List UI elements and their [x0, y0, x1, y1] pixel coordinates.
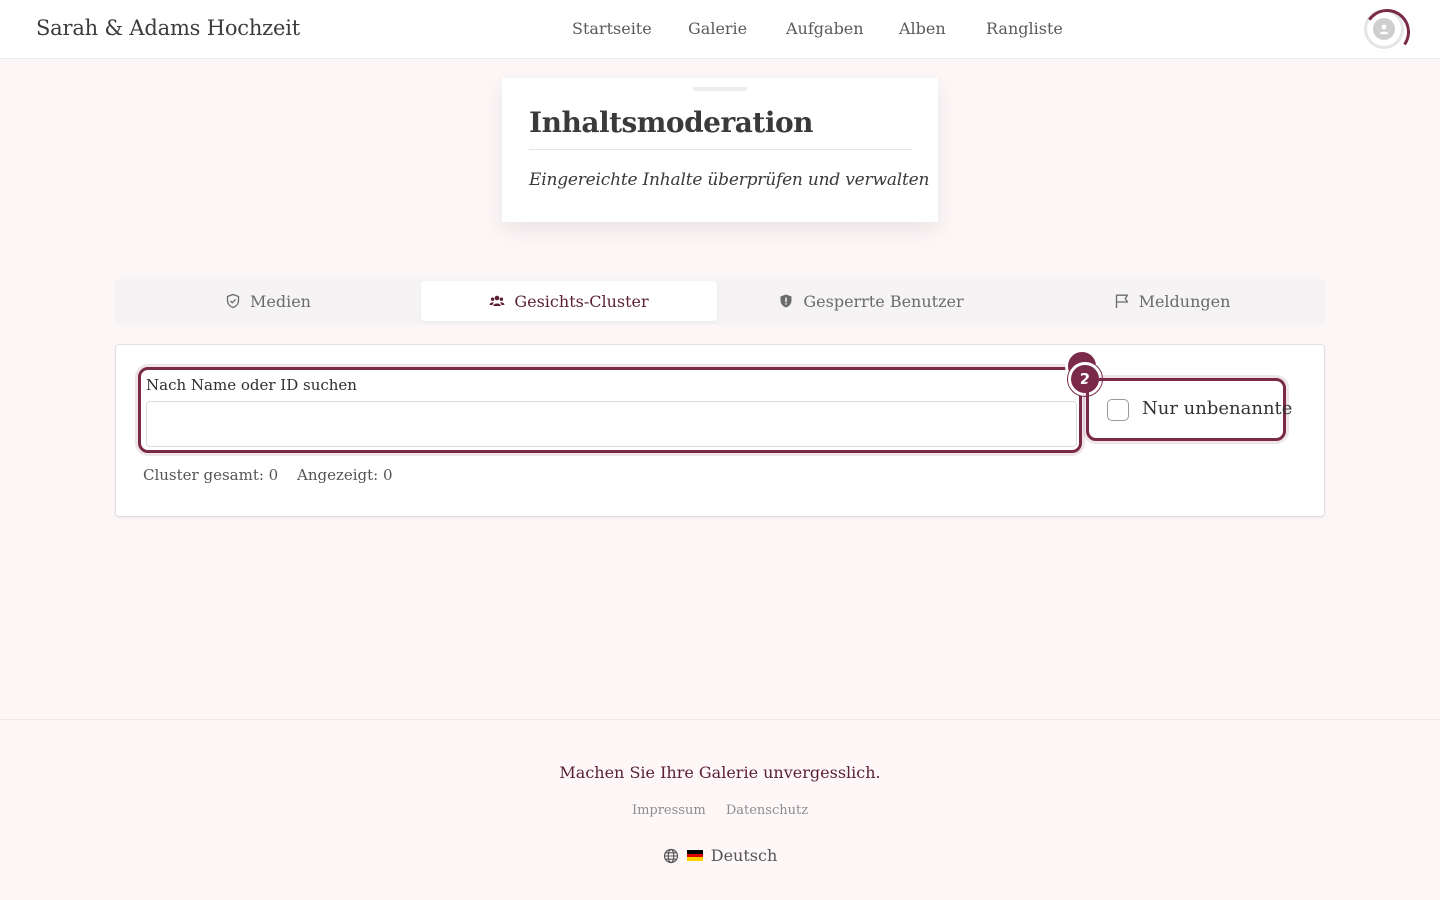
nav-item-aufgaben[interactable]: Aufgaben	[786, 19, 864, 38]
nav-item-rangliste[interactable]: Rangliste	[986, 19, 1063, 38]
users-icon	[489, 295, 505, 306]
nav-item-galerie[interactable]: Galerie	[688, 19, 747, 38]
moderation-tabs: Medien Gesichts-Cluster Gesperrte Benutz…	[115, 277, 1325, 325]
divider	[529, 149, 912, 150]
card-handle	[693, 87, 747, 91]
top-navigation-bar: Sarah & Adams Hochzeit Startseite Galeri…	[0, 0, 1440, 59]
stat-shown: Angezeigt: 0	[297, 466, 393, 484]
tab-label: Medien	[250, 291, 311, 311]
stat-total: Cluster gesamt: 0	[143, 466, 279, 484]
language-label: Deutsch	[710, 846, 778, 865]
language-selector[interactable]: Deutsch	[0, 846, 1440, 865]
search-input[interactable]	[146, 401, 1077, 447]
shield-alert-icon	[780, 294, 792, 308]
unnamed-filter-group[interactable]: Nur unbenannte	[1086, 378, 1292, 441]
cluster-stats: Cluster gesamt: 0 Angezeigt: 0	[143, 466, 407, 484]
page-header-card: Inhaltsmoderation Eingereichte Inhalte ü…	[502, 78, 938, 222]
tab-medien[interactable]: Medien	[119, 281, 417, 321]
tab-label: Gesichts-Cluster	[514, 291, 649, 311]
tab-gesichts-cluster[interactable]: Gesichts-Cluster	[421, 281, 717, 321]
tab-label: Meldungen	[1138, 291, 1231, 311]
footer-links: Impressum Datenschutz	[0, 803, 1440, 818]
nav-item-alben[interactable]: Alben	[899, 19, 946, 38]
site-footer: Machen Sie Ihre Galerie unvergesslich. I…	[0, 719, 1440, 900]
footer-link-impressum[interactable]: Impressum	[632, 803, 706, 818]
main-nav: Startseite Galerie Aufgaben Alben Rangli…	[0, 19, 1440, 41]
flag-icon	[1115, 294, 1128, 308]
tab-meldungen[interactable]: Meldungen	[1023, 281, 1321, 321]
footer-link-datenschutz[interactable]: Datenschutz	[726, 803, 808, 818]
shield-check-icon	[226, 293, 240, 309]
face-cluster-panel: Nach Name oder ID suchen 2 Nur unbenannt…	[115, 344, 1325, 517]
globe-icon	[663, 848, 678, 863]
search-label: Nach Name oder ID suchen	[146, 376, 357, 394]
search-field-group: Nach Name oder ID suchen	[138, 367, 1082, 453]
tab-label: Gesperrte Benutzer	[803, 291, 964, 311]
user-icon	[1373, 18, 1395, 40]
tab-gesperrte-benutzer[interactable]: Gesperrte Benutzer	[721, 281, 1021, 321]
footer-tagline: Machen Sie Ihre Galerie unvergesslich.	[559, 763, 881, 782]
page-subtitle: Eingereichte Inhalte überprüfen und verw…	[529, 170, 930, 190]
unnamed-only-checkbox[interactable]	[1107, 399, 1129, 421]
checkbox-label: Nur unbenannte	[1142, 398, 1293, 419]
page-title: Inhaltsmoderation	[529, 106, 813, 139]
german-flag-icon	[686, 850, 703, 862]
user-avatar-button[interactable]	[1364, 9, 1404, 49]
nav-item-startseite[interactable]: Startseite	[572, 19, 652, 38]
